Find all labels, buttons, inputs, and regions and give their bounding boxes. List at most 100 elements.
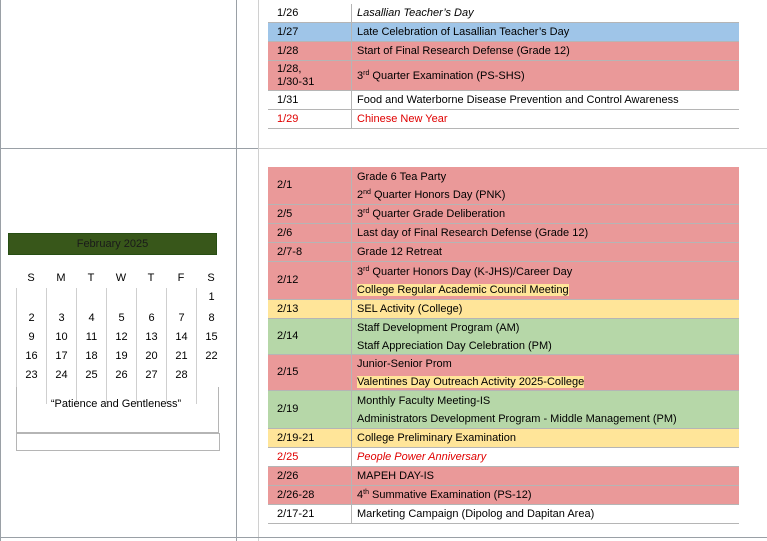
event-text: College Preliminary Examination: [357, 432, 516, 444]
calendar-day[interactable]: 22: [196, 347, 226, 366]
frame-divider-2: [258, 0, 259, 541]
event-line: Administrators Development Program - Mid…: [357, 410, 739, 428]
event-description: Grade 6 Tea Party 2nd Quarter Honors Day …: [352, 167, 739, 204]
event-date: 2/1: [268, 167, 352, 204]
event-row: 1/28 Start of Final Research Defense (Gra…: [268, 42, 739, 61]
calendar-day[interactable]: 12: [106, 328, 136, 347]
calendar-day[interactable]: 23: [16, 366, 46, 385]
event-date: 2/17-21: [268, 505, 352, 523]
event-line: Valentines Day Outreach Activity 2025-Co…: [357, 373, 739, 391]
event-line: Chinese New Year: [357, 110, 739, 128]
event-line: 4th Summative Examination (PS-12): [357, 486, 739, 504]
calendar-day[interactable]: 3: [46, 309, 76, 328]
calendar-day[interactable]: 24: [46, 366, 76, 385]
event-text: SEL Activity (College): [357, 303, 463, 315]
event-description: 3rd Quarter Honors Day (K-JHS)/Career Da…: [352, 262, 739, 299]
event-line: 3rd Quarter Examination (PS-SHS): [357, 67, 739, 85]
weekday-header: F: [177, 272, 185, 284]
calendar-day[interactable]: 8: [196, 309, 226, 328]
event-line: Grade 12 Retreat: [357, 243, 739, 261]
calendar-day[interactable]: 7: [166, 309, 196, 328]
event-text: Valentines Day Outreach Activity 2025-Co…: [357, 375, 585, 388]
weekday-header: S: [27, 272, 35, 284]
calendar-day[interactable]: 10: [46, 328, 76, 347]
calendar-day[interactable]: 14: [166, 328, 196, 347]
event-line: Staff Appreciation Day Celebration (PM): [357, 337, 739, 355]
calendar-empty-cell: [136, 299, 166, 309]
event-date: 1/28: [268, 42, 352, 60]
event-description: Last day of Final Research Defense (Grad…: [352, 224, 739, 242]
event-line: Junior-Senior Prom: [357, 355, 739, 373]
event-row: 2/25 People Power Anniversary: [268, 448, 739, 467]
calendar-day[interactable]: 13: [136, 328, 166, 347]
event-text: 4th Summative Examination (PS-12): [357, 489, 532, 501]
event-row: 1/27 Late Celebration of Lasallian Teache…: [268, 23, 739, 42]
event-row: 2/7-8 Grade 12 Retreat: [268, 243, 739, 262]
calendar-day[interactable]: 27: [136, 366, 166, 385]
weekday-header: W: [115, 272, 127, 284]
calendar-day[interactable]: [196, 366, 226, 385]
calendar-day[interactable]: 21: [166, 347, 196, 366]
event-date: 2/14: [268, 319, 352, 354]
event-text: People Power Anniversary: [357, 451, 487, 463]
calendar-day[interactable]: 5: [106, 309, 136, 328]
weekday-header: T: [87, 272, 95, 284]
event-date: 2/25: [268, 448, 352, 466]
event-text: Last day of Final Research Defense (Grad…: [357, 227, 589, 239]
calendar-motto: “Patience and Gentleness”: [50, 398, 182, 410]
calendar-day[interactable]: 19: [106, 347, 136, 366]
event-date: 2/12: [268, 262, 352, 299]
calendar-day[interactable]: 6: [136, 309, 166, 328]
frame-bottom-border: [0, 537, 767, 538]
event-description: SEL Activity (College): [352, 300, 739, 318]
calendar-day[interactable]: 9: [16, 328, 46, 347]
calendar-day[interactable]: 2: [16, 309, 46, 328]
calendar-empty-cell: [196, 299, 226, 309]
calendar-day[interactable]: 4: [76, 309, 106, 328]
event-row: 1/28, 1/30-31 3rd Quarter Examination (PS…: [268, 61, 739, 91]
calendar-title: February 2025: [8, 233, 217, 255]
event-date: 2/26: [268, 467, 352, 485]
event-text: MAPEH DAY-IS: [357, 470, 435, 482]
event-line: Marketing Campaign (Dipolog and Dapitan …: [357, 505, 739, 523]
event-description: Junior-Senior Prom Valentines Day Outreac…: [352, 355, 739, 390]
weekday-header: M: [56, 272, 66, 284]
event-description: Staff Development Program (AM) Staff Appr…: [352, 319, 739, 354]
event-text: Chinese New Year: [357, 113, 448, 125]
event-date: 1/27: [268, 23, 352, 41]
calendar-empty-cell: [76, 299, 106, 309]
event-line: Monthly Faculty Meeting-IS: [357, 392, 739, 410]
event-row: 2/1 Grade 6 Tea Party 2nd Quarter Honors D…: [268, 167, 739, 205]
calendar-day[interactable]: 11: [76, 328, 106, 347]
event-date: 2/19: [268, 391, 352, 428]
event-row: 2/12 3rd Quarter Honors Day (K-JHS)/Caree…: [268, 262, 739, 300]
event-row: 2/14 Staff Development Program (AM) Staff …: [268, 319, 739, 355]
calendar-day[interactable]: 17: [46, 347, 76, 366]
calendar-empty-cell: [16, 299, 46, 309]
calendar-day[interactable]: 20: [136, 347, 166, 366]
event-line: 3rd Quarter Honors Day (K-JHS)/Career Da…: [357, 263, 739, 281]
event-row: 1/26 Lasallian Teacher’s Day: [268, 4, 739, 23]
event-description: Marketing Campaign (Dipolog and Dapitan …: [352, 505, 739, 523]
mini-calendar: February 2025: [8, 233, 217, 255]
event-text: Staff Development Program (AM): [357, 321, 520, 334]
event-line: SEL Activity (College): [357, 300, 739, 318]
event-line: College Regular Academic Council Meeting: [357, 281, 739, 299]
event-line: College Preliminary Examination: [357, 429, 739, 447]
frame-row-separator-right: [258, 148, 767, 149]
event-text: 3rd Quarter Grade Deliberation: [357, 208, 506, 220]
event-description: Late Celebration of Lasallian Teacher’s …: [352, 23, 739, 41]
calendar-day[interactable]: 26: [106, 366, 136, 385]
calendar-day[interactable]: 28: [166, 366, 196, 385]
event-description: 3rd Quarter Grade Deliberation: [352, 205, 739, 223]
frame-divider: [236, 0, 237, 541]
motto-box: [16, 387, 219, 433]
event-date: 1/31: [268, 91, 352, 109]
calendar-day[interactable]: 25: [76, 366, 106, 385]
calendar-day[interactable]: 16: [16, 347, 46, 366]
calendar-day[interactable]: 18: [76, 347, 106, 366]
event-date: 2/19-21: [268, 429, 352, 447]
event-description: Chinese New Year: [352, 110, 739, 128]
event-text: Grade 12 Retreat: [357, 246, 442, 258]
calendar-day[interactable]: 15: [196, 328, 226, 347]
